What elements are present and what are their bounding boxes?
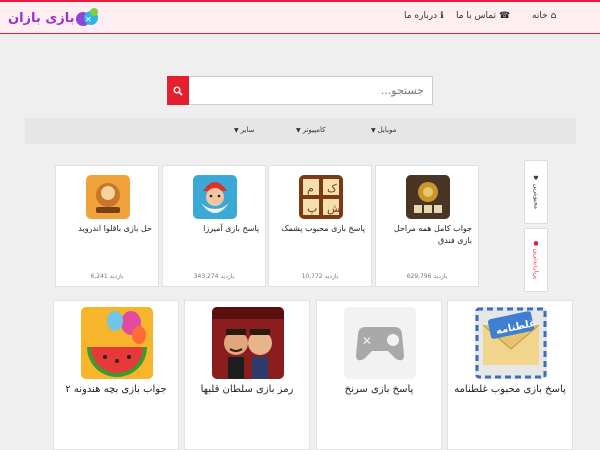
svg-text:ش: ش: [327, 202, 340, 215]
game-card-ghalatnameh[interactable]: غلطنامه پاسخ بازی محبوب غلطنامه: [447, 300, 573, 450]
brand-name: بازی بازان: [8, 10, 75, 26]
game-thumbnail: غلطنامه: [475, 307, 547, 379]
svg-text:پ: پ: [307, 202, 317, 215]
tab-most-viewed[interactable]: ● پربازدیدترین: [524, 228, 548, 292]
category-other[interactable]: ▼ سایر: [234, 126, 254, 134]
card-title: جواب کامل همه مراحل بازی فندق: [393, 224, 472, 245]
game-thumbnail: [193, 175, 237, 219]
page: { "brand": { "name": "بازی بازان" }, "na…: [0, 0, 600, 450]
caret-down-icon: ▼: [234, 127, 239, 134]
heart-icon: ♥: [532, 175, 540, 183]
card-views: 10,772 بازدید: [301, 273, 339, 280]
search-bar: [167, 76, 433, 105]
game-card-sarnakh[interactable]: ✕ پاسخ بازی سرنخ: [316, 300, 442, 450]
game-icon-ghalatnameh: غلطنامه: [475, 307, 547, 379]
home-icon: ⌂: [550, 11, 557, 21]
game-card-baghlava[interactable]: حل بازی باقلوا اندروید 6,241 بازدید: [55, 165, 159, 287]
card-title: پاسخ بازی سرنخ: [344, 384, 414, 395]
card-title: حل بازی باقلوا اندروید: [78, 224, 152, 233]
search-icon: [173, 86, 183, 96]
svg-text:م: م: [307, 182, 314, 195]
search-input[interactable]: [189, 76, 433, 105]
game-card-fandogh[interactable]: جواب کامل همه مراحل بازی فندق 629,796 با…: [375, 165, 479, 287]
gamepad-logo-icon: ✕: [75, 8, 98, 26]
top-navbar: ⌂خانه ☎تماس با ما ℹدرباره ما بازی بازان …: [0, 0, 600, 34]
gamepad-placeholder-icon: ✕: [344, 307, 416, 379]
game-icon-pashmak: م ک پ ش: [299, 175, 343, 219]
card-title: پاسخ بازی محبوب غلطنامه: [454, 384, 566, 395]
game-icon-bache-hendooneh: [81, 307, 153, 379]
svg-text:✕: ✕: [362, 334, 372, 348]
caret-down-icon: ▼: [296, 127, 301, 134]
eye-icon: ●: [532, 240, 540, 248]
svg-text:ک: ک: [327, 182, 337, 195]
game-thumbnail: [81, 307, 153, 379]
caret-down-icon: ▼: [371, 127, 376, 134]
game-thumbnail: ✕: [344, 307, 416, 379]
game-icon-fandogh: [406, 175, 450, 219]
game-card-soltan-ghalbha[interactable]: رمز بازی سلطان قلبها: [184, 300, 310, 450]
category-computer[interactable]: ▼ کامپیوتر: [296, 126, 326, 134]
game-thumbnail: [212, 307, 284, 379]
brand-logo-link[interactable]: بازی بازان ✕: [6, 6, 99, 30]
card-title: رمز بازی سلطان قلبها: [200, 384, 294, 395]
game-icon-amirza: [193, 175, 237, 219]
tab-popular[interactable]: ♥ محبوبترین: [524, 160, 548, 224]
game-icon-baghlava: [86, 175, 130, 219]
game-thumbnail: [406, 175, 450, 219]
card-views: 343,274 بازدید: [193, 273, 235, 280]
category-mobile[interactable]: ▼ موبایل: [371, 126, 396, 134]
info-icon: ℹ: [440, 11, 444, 21]
nav-home-link[interactable]: ⌂خانه: [532, 11, 556, 21]
search-button[interactable]: [167, 76, 189, 105]
card-views: 629,796 بازدید: [406, 273, 448, 280]
game-card-amirza[interactable]: پاسخ بازی آمیرزا 343,274 بازدید: [162, 165, 266, 287]
game-card-pashmak[interactable]: م ک پ ش پاسخ بازی محبوب پشمک 10,772 بازد…: [268, 165, 372, 287]
nav-contact-link[interactable]: ☎تماس با ما: [456, 11, 510, 21]
phone-icon: ☎: [498, 11, 511, 21]
svg-text:✕: ✕: [85, 15, 92, 24]
nav-about-link[interactable]: ℹدرباره ما: [404, 11, 444, 21]
game-icon-soltan-ghalbha: [212, 307, 284, 379]
game-thumbnail: م ک پ ش: [299, 175, 343, 219]
card-views: 6,241 بازدید: [90, 273, 124, 280]
card-title: پاسخ بازی محبوب پشمک: [281, 224, 365, 233]
game-thumbnail: [86, 175, 130, 219]
category-menu: ▼ موبایل ▼ کامپیوتر ▼ سایر: [25, 118, 576, 144]
game-card-bache-hendooneh[interactable]: جواب بازی بچه هندونه ۲: [53, 300, 179, 450]
card-title: پاسخ بازی آمیرزا: [203, 224, 259, 233]
card-title: جواب بازی بچه هندونه ۲: [65, 384, 167, 395]
